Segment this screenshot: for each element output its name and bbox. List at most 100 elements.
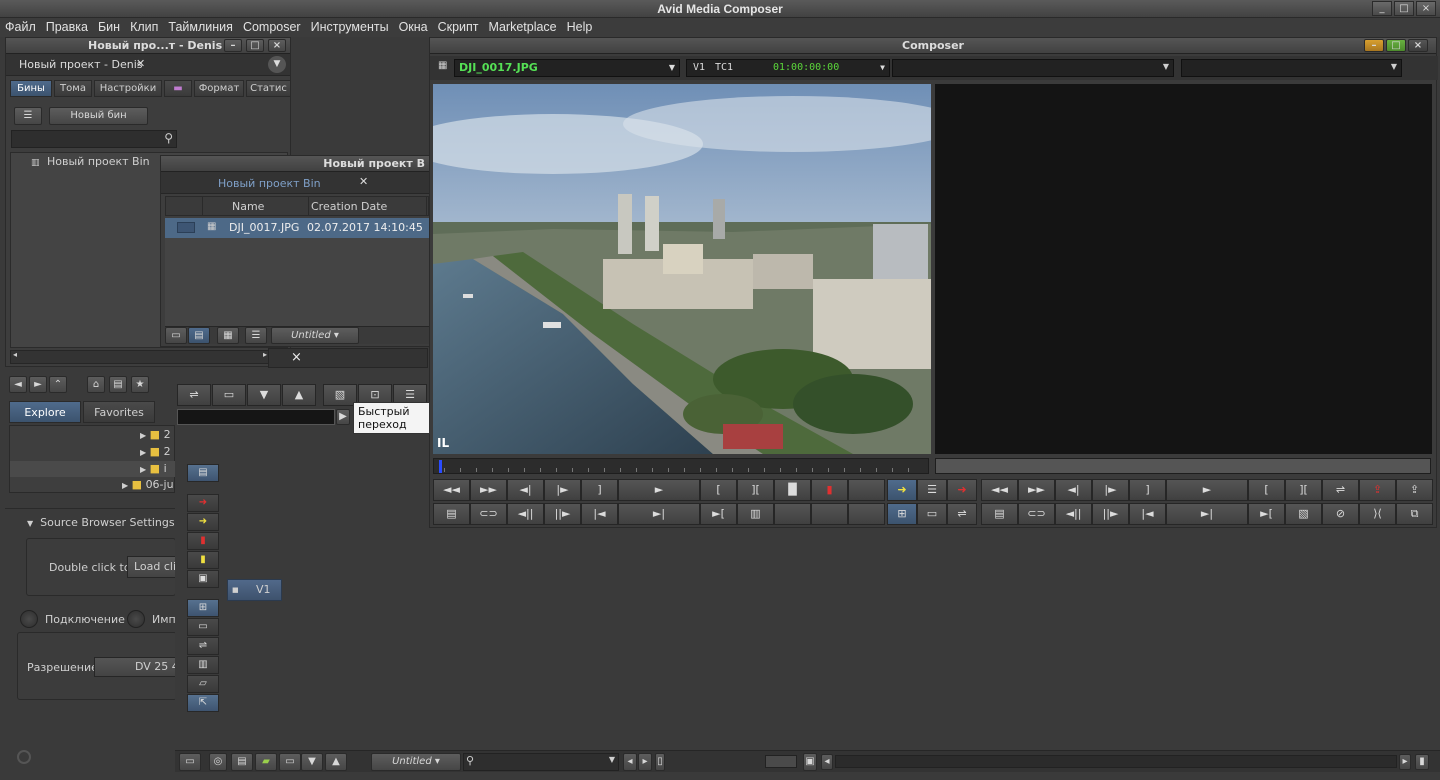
trim-icon[interactable]: ⟩⟨ <box>1359 503 1396 525</box>
step-down-icon[interactable]: ▼ <box>301 753 323 771</box>
record-mark-out-icon[interactable]: ] <box>1129 479 1166 501</box>
tab-effects-icon[interactable]: ▬ <box>164 80 192 97</box>
add-marker-icon[interactable]: ▮ <box>811 479 848 501</box>
bin-view-select[interactable]: Untitled ▾ <box>271 327 359 344</box>
splice-in-icon[interactable]: ➜ <box>187 494 219 512</box>
disable-icon[interactable]: ⊘ <box>1322 503 1359 525</box>
source-empty-button[interactable] <box>848 479 885 501</box>
timeline-scrollbar[interactable] <box>835 755 1397 768</box>
lift-icon[interactable]: ▮ <box>187 532 219 550</box>
timeline-down-icon[interactable]: ▼ <box>247 384 281 406</box>
col-name[interactable]: Name <box>232 200 264 213</box>
project-tab[interactable]: Новый проект - Denis <box>19 58 143 71</box>
source-empty-2[interactable] <box>774 503 811 525</box>
double-click-select[interactable]: Load cli <box>127 556 182 578</box>
record-icon[interactable]: ◎ <box>209 753 227 771</box>
frame-view-icon[interactable]: ▦ <box>217 327 239 344</box>
source-position-bar[interactable] <box>433 458 929 474</box>
menu-bin[interactable]: Бин <box>93 18 125 37</box>
mark-in-icon[interactable]: [ <box>700 479 737 501</box>
video-quality-icon[interactable]: ▰ <box>255 753 277 771</box>
clear-in-out-icon[interactable]: ▐▌ <box>774 479 811 501</box>
timeline-view-select[interactable]: Untitled ▾ <box>371 753 461 771</box>
view-icon[interactable]: ⊞ <box>187 599 219 617</box>
zoom-out-icon[interactable]: ◂ <box>623 753 637 771</box>
jump-forward-icon[interactable]: ||► <box>544 503 581 525</box>
extract-icon[interactable]: ▮ <box>187 551 219 569</box>
step-up-icon[interactable]: ▲ <box>325 753 347 771</box>
composer-minimize-button[interactable]: – <box>1364 39 1384 52</box>
tab-favorites[interactable]: Favorites <box>83 401 155 423</box>
record-clear-marks-icon[interactable]: ][ <box>1285 479 1322 501</box>
menu-file[interactable]: Файл <box>0 18 41 37</box>
splice-icon[interactable]: ➜ <box>887 479 917 501</box>
menu-help[interactable]: Help <box>562 18 598 37</box>
record-step-forward-icon[interactable]: |► <box>1092 479 1129 501</box>
track-v1[interactable]: ■ V1 <box>227 579 282 601</box>
list-item[interactable]: ▥ Новый проект Bin 7k <box>31 155 179 168</box>
record-clip-menu[interactable]: ▼ <box>892 59 1174 77</box>
menu-script[interactable]: Скрипт <box>433 18 484 37</box>
col-creation-date[interactable]: Creation Date <box>311 200 387 213</box>
source-empty-4[interactable] <box>848 503 885 525</box>
sync-icon[interactable]: ☰ <box>917 479 947 501</box>
track-panel-icon[interactable]: ▤ <box>187 464 219 482</box>
lift-red-icon[interactable]: ⇪ <box>1359 479 1396 501</box>
toggle-icon[interactable]: ⇱ <box>187 694 219 712</box>
record-go-to-in-icon[interactable]: ►[ <box>1248 503 1285 525</box>
source-clip-menu[interactable]: DJI_0017.JPG ▼ <box>454 59 680 77</box>
record-play-icon[interactable]: ► <box>1166 479 1248 501</box>
timeline-source-icon[interactable]: ▭ <box>212 384 246 406</box>
timeline-settings-icon[interactable]: ⇌ <box>177 384 211 406</box>
source-position-indicator[interactable] <box>439 460 442 473</box>
source-record-monitor-icon[interactable]: ▭ <box>917 503 947 525</box>
segment-icon[interactable]: ▥ <box>187 656 219 674</box>
project-search-input[interactable]: ⚲ <box>11 130 177 148</box>
scroll-left-icon[interactable]: ◂ <box>821 754 833 770</box>
script-view-icon[interactable]: ☰ <box>245 327 267 344</box>
timeline-close-icon[interactable]: × <box>291 350 302 365</box>
brief-view-icon[interactable]: ▭ <box>165 327 187 344</box>
back-icon[interactable]: ◄ <box>9 376 27 393</box>
timeline-view-icon[interactable]: ▤ <box>231 753 253 771</box>
project-close-button[interactable]: × <box>268 39 286 52</box>
record-mark-in-icon[interactable]: [ <box>1248 479 1285 501</box>
source-monitor[interactable]: IL <box>433 84 931 454</box>
play-icon[interactable]: ► <box>618 479 700 501</box>
rewind-icon[interactable]: ◄◄ <box>433 479 470 501</box>
tab-statistics[interactable]: Статис <box>246 80 291 97</box>
slip-icon[interactable]: ▱ <box>187 675 219 693</box>
source-empty-3[interactable] <box>811 503 848 525</box>
link-icon[interactable]: ⊂⊃ <box>470 503 507 525</box>
project-scrollbar[interactable]: ◂ ▸ <box>10 350 288 364</box>
up-icon[interactable]: ⌃ <box>49 376 67 393</box>
tab-settings[interactable]: Настройки <box>94 80 162 97</box>
source-menu-icon[interactable]: ▤ <box>433 503 470 525</box>
go-to-out-icon[interactable]: |◄ <box>581 503 618 525</box>
record-jump-forward-icon[interactable]: ||► <box>1092 503 1129 525</box>
timeline-up-icon[interactable]: ▲ <box>282 384 316 406</box>
timecode-display[interactable]: V1 TC1 01:00:00:00 ▼ <box>686 59 890 77</box>
record-effect-icon[interactable]: ▧ <box>1285 503 1322 525</box>
forward-icon[interactable]: ► <box>29 376 47 393</box>
record-fast-forward-icon[interactable]: ►► <box>1018 479 1055 501</box>
source-settings-header[interactable]: ▼ Source Browser Settings <box>27 516 175 529</box>
bin-tab-close-icon[interactable]: ✕ <box>359 175 368 188</box>
toggle-source-record-icon[interactable]: ⊞ <box>887 503 917 525</box>
new-bin-button[interactable]: Новый бин <box>49 107 148 125</box>
record-monitor[interactable] <box>935 84 1432 454</box>
timeline-effect-icon[interactable]: ▧ <box>323 384 357 406</box>
fast-forward-icon[interactable]: ►► <box>470 479 507 501</box>
list-item[interactable]: ▶ ■ 2 <box>140 445 171 458</box>
project-maximize-button[interactable]: □ <box>246 39 264 52</box>
record-jump-back-icon[interactable]: ◄|| <box>1055 503 1092 525</box>
maximize-button[interactable]: □ <box>1394 1 1414 16</box>
timeline-position-bar[interactable] <box>177 409 335 425</box>
scroll-right-icon[interactable]: ▸ <box>263 350 267 359</box>
overwrite-red-icon[interactable]: ➜ <box>947 479 977 501</box>
match-frame-icon[interactable]: ▥ <box>737 503 774 525</box>
step-back-icon[interactable]: ◄| <box>507 479 544 501</box>
bin-tab[interactable]: Новый проект Bin <box>218 177 321 190</box>
zoom-slider[interactable] <box>765 755 797 768</box>
record-step-back-icon[interactable]: ◄| <box>1055 479 1092 501</box>
